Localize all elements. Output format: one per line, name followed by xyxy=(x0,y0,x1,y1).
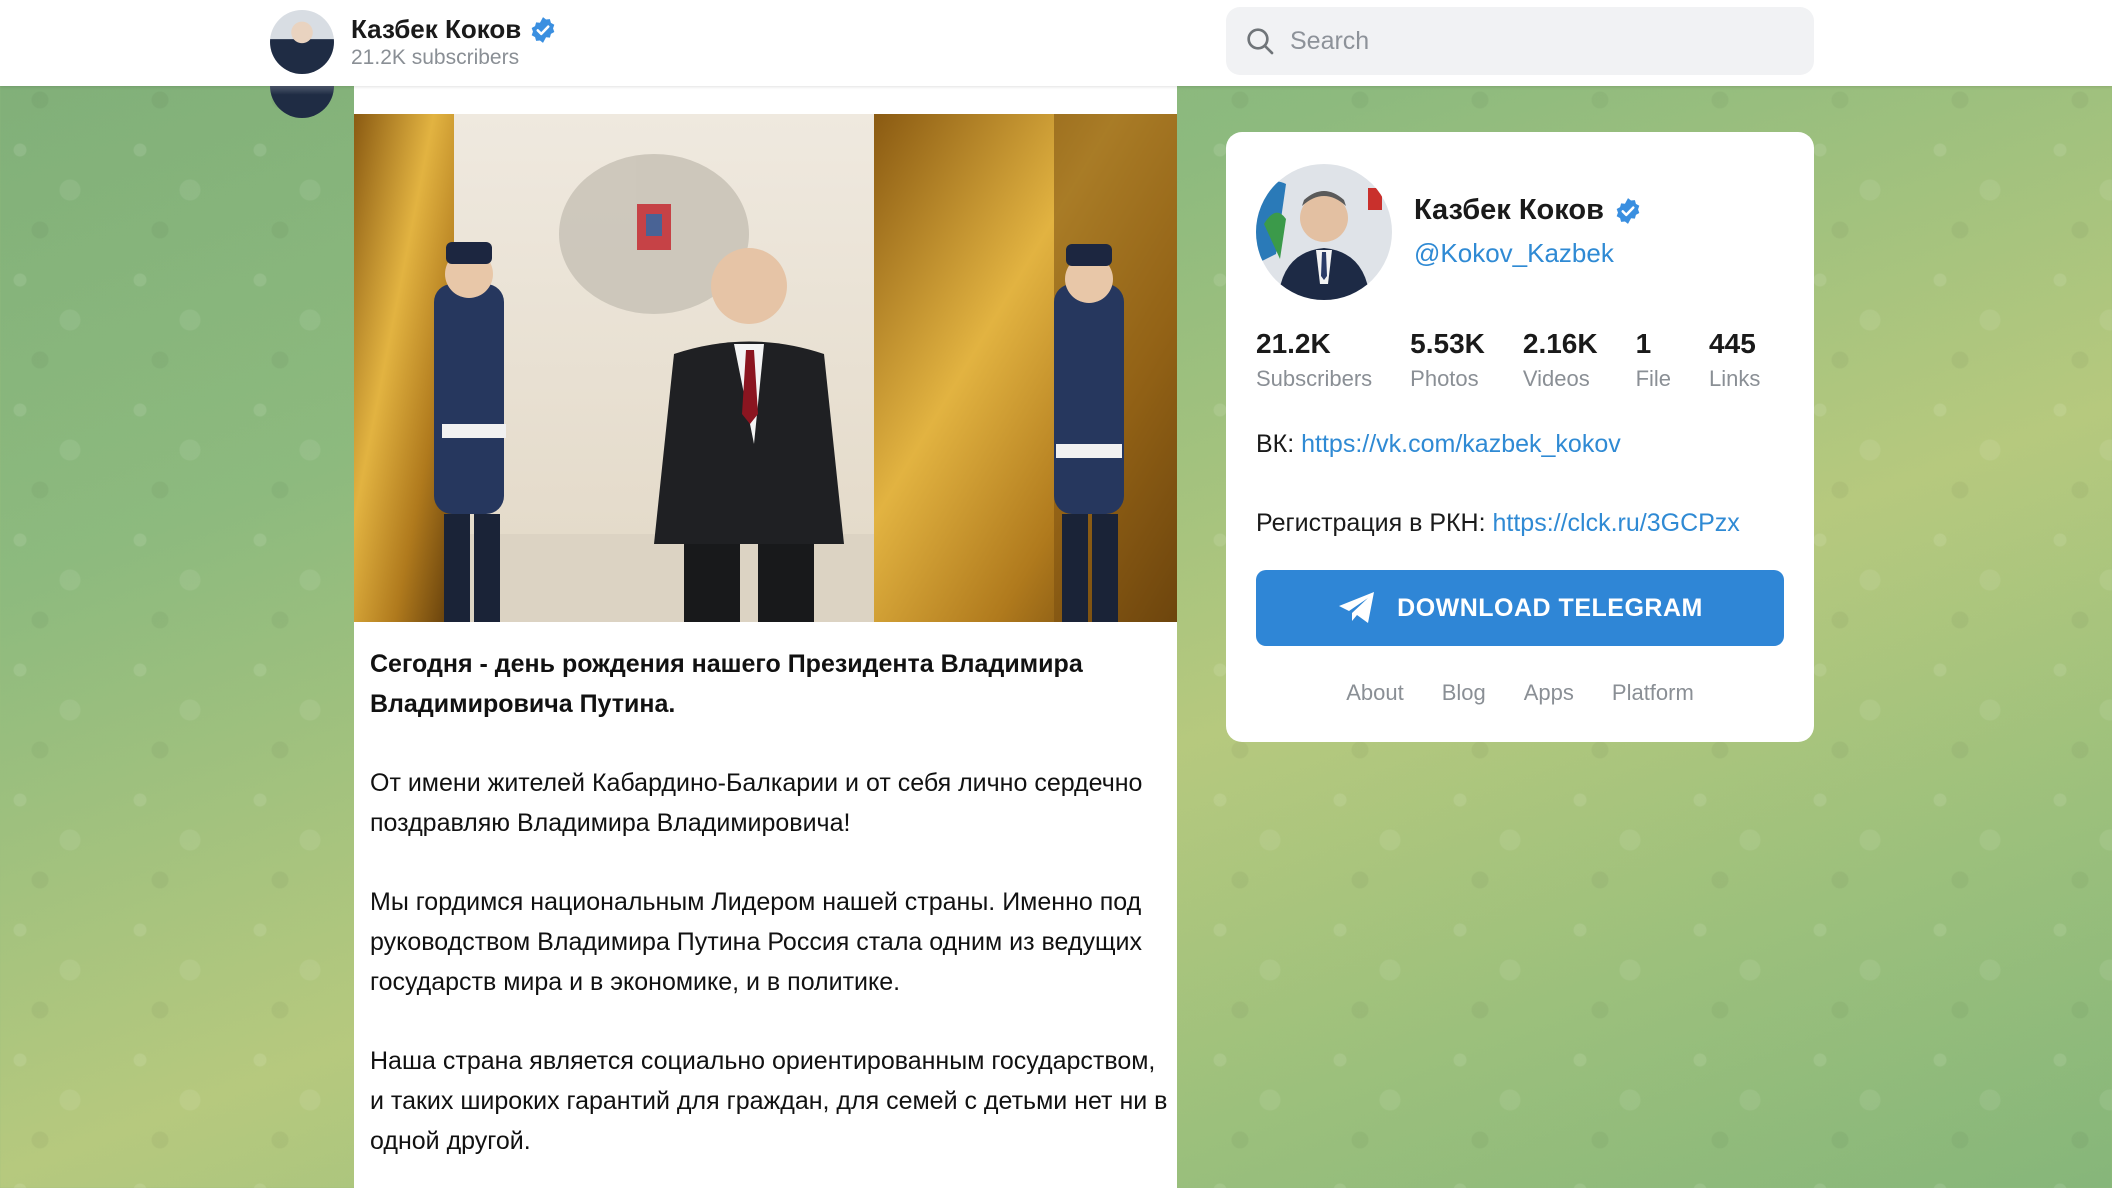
vk-link[interactable]: https://vk.com/kazbek_kokov xyxy=(1301,430,1621,458)
post-photo-image xyxy=(354,114,1177,622)
stat-label: Photos xyxy=(1410,366,1479,391)
stat-photos[interactable]: 5.53K Photos xyxy=(1410,326,1485,396)
rkn-link[interactable]: https://clck.ru/3GCPzx xyxy=(1493,509,1740,537)
stat-videos[interactable]: 2.16K Videos xyxy=(1523,326,1598,396)
stat-label: Videos xyxy=(1522,366,1590,391)
telegram-plane-icon xyxy=(1339,592,1375,623)
stat-value: 21.2K xyxy=(1256,328,1331,359)
rkn-line: Регистрация в РКН: https://clck.ru/3GCPz… xyxy=(1256,509,1740,538)
search-input[interactable] xyxy=(1290,26,1790,56)
download-telegram-button[interactable]: DOWNLOAD TELEGRAM xyxy=(1256,570,1784,646)
post-paragraph: Мы гордимся национальным Лидером нашей с… xyxy=(370,888,1142,996)
footer-link-about[interactable]: About xyxy=(1346,680,1404,706)
stat-value: 2.16K xyxy=(1522,328,1598,359)
channel-info-card: Казбек Коков @Kokov_Kazbek 21.2K Subscri… xyxy=(1226,132,1814,742)
profile-name: Казбек Коков xyxy=(1414,194,1604,226)
vk-line: ВК: https://vk.com/kazbek_kokov xyxy=(1256,430,1621,459)
channel-stats: 21.2K Subscribers 5.53K Photos 2.16K Vid… xyxy=(1256,326,1796,396)
stat-label: File xyxy=(1635,366,1672,391)
profile-handle-link[interactable]: @Kokov_Kazbek xyxy=(1414,238,1614,269)
channel-header: Казбек Коков 21.2K subscribers xyxy=(0,0,2112,86)
footer-link-platform[interactable]: Platform xyxy=(1612,680,1694,706)
profile-title: Казбек Коков xyxy=(1414,194,1642,227)
post-text: Сегодня - день рождения нашего Президент… xyxy=(370,644,1170,1188)
channel-name: Казбек Коков xyxy=(351,14,522,44)
download-label: DOWNLOAD TELEGRAM xyxy=(1397,593,1703,622)
channel-title[interactable]: Казбек Коков xyxy=(351,14,557,45)
search-icon xyxy=(1247,28,1274,55)
stat-subscribers[interactable]: 21.2K Subscribers xyxy=(1256,326,1372,396)
post-photo[interactable] xyxy=(354,114,1177,622)
verified-icon xyxy=(531,16,555,43)
subscriber-count: 21.2K subscribers xyxy=(351,46,520,69)
stat-value: 5.53K xyxy=(1410,328,1485,359)
stat-label: Subscribers xyxy=(1256,366,1373,391)
stat-value: 445 xyxy=(1709,328,1756,359)
stat-label: Links xyxy=(1709,366,1761,391)
channel-post: Сегодня - день рождения нашего Президент… xyxy=(354,86,1177,1188)
verified-icon xyxy=(1616,197,1640,224)
vk-label: ВК: xyxy=(1256,430,1295,458)
post-paragraph: Сегодня - день рождения нашего Президент… xyxy=(370,650,1083,718)
stat-value: 1 xyxy=(1635,328,1652,359)
post-paragraph: Наша страна является социально ориентиро… xyxy=(370,1047,1168,1155)
search-box[interactable] xyxy=(1226,7,1814,75)
footer-link-blog[interactable]: Blog xyxy=(1442,680,1486,706)
stat-files[interactable]: 1 File xyxy=(1636,326,1671,396)
profile-avatar[interactable] xyxy=(1256,164,1392,300)
stat-links[interactable]: 445 Links xyxy=(1709,326,1760,396)
footer-link-apps[interactable]: Apps xyxy=(1524,680,1574,706)
post-paragraph: От имени жителей Кабардино-Балкарии и от… xyxy=(370,769,1143,837)
rkn-label: Регистрация в РКН: xyxy=(1256,509,1486,537)
channel-avatar[interactable] xyxy=(270,10,334,74)
footer-links: About Blog Apps Platform xyxy=(1226,680,1814,706)
profile-photo xyxy=(1256,164,1392,300)
